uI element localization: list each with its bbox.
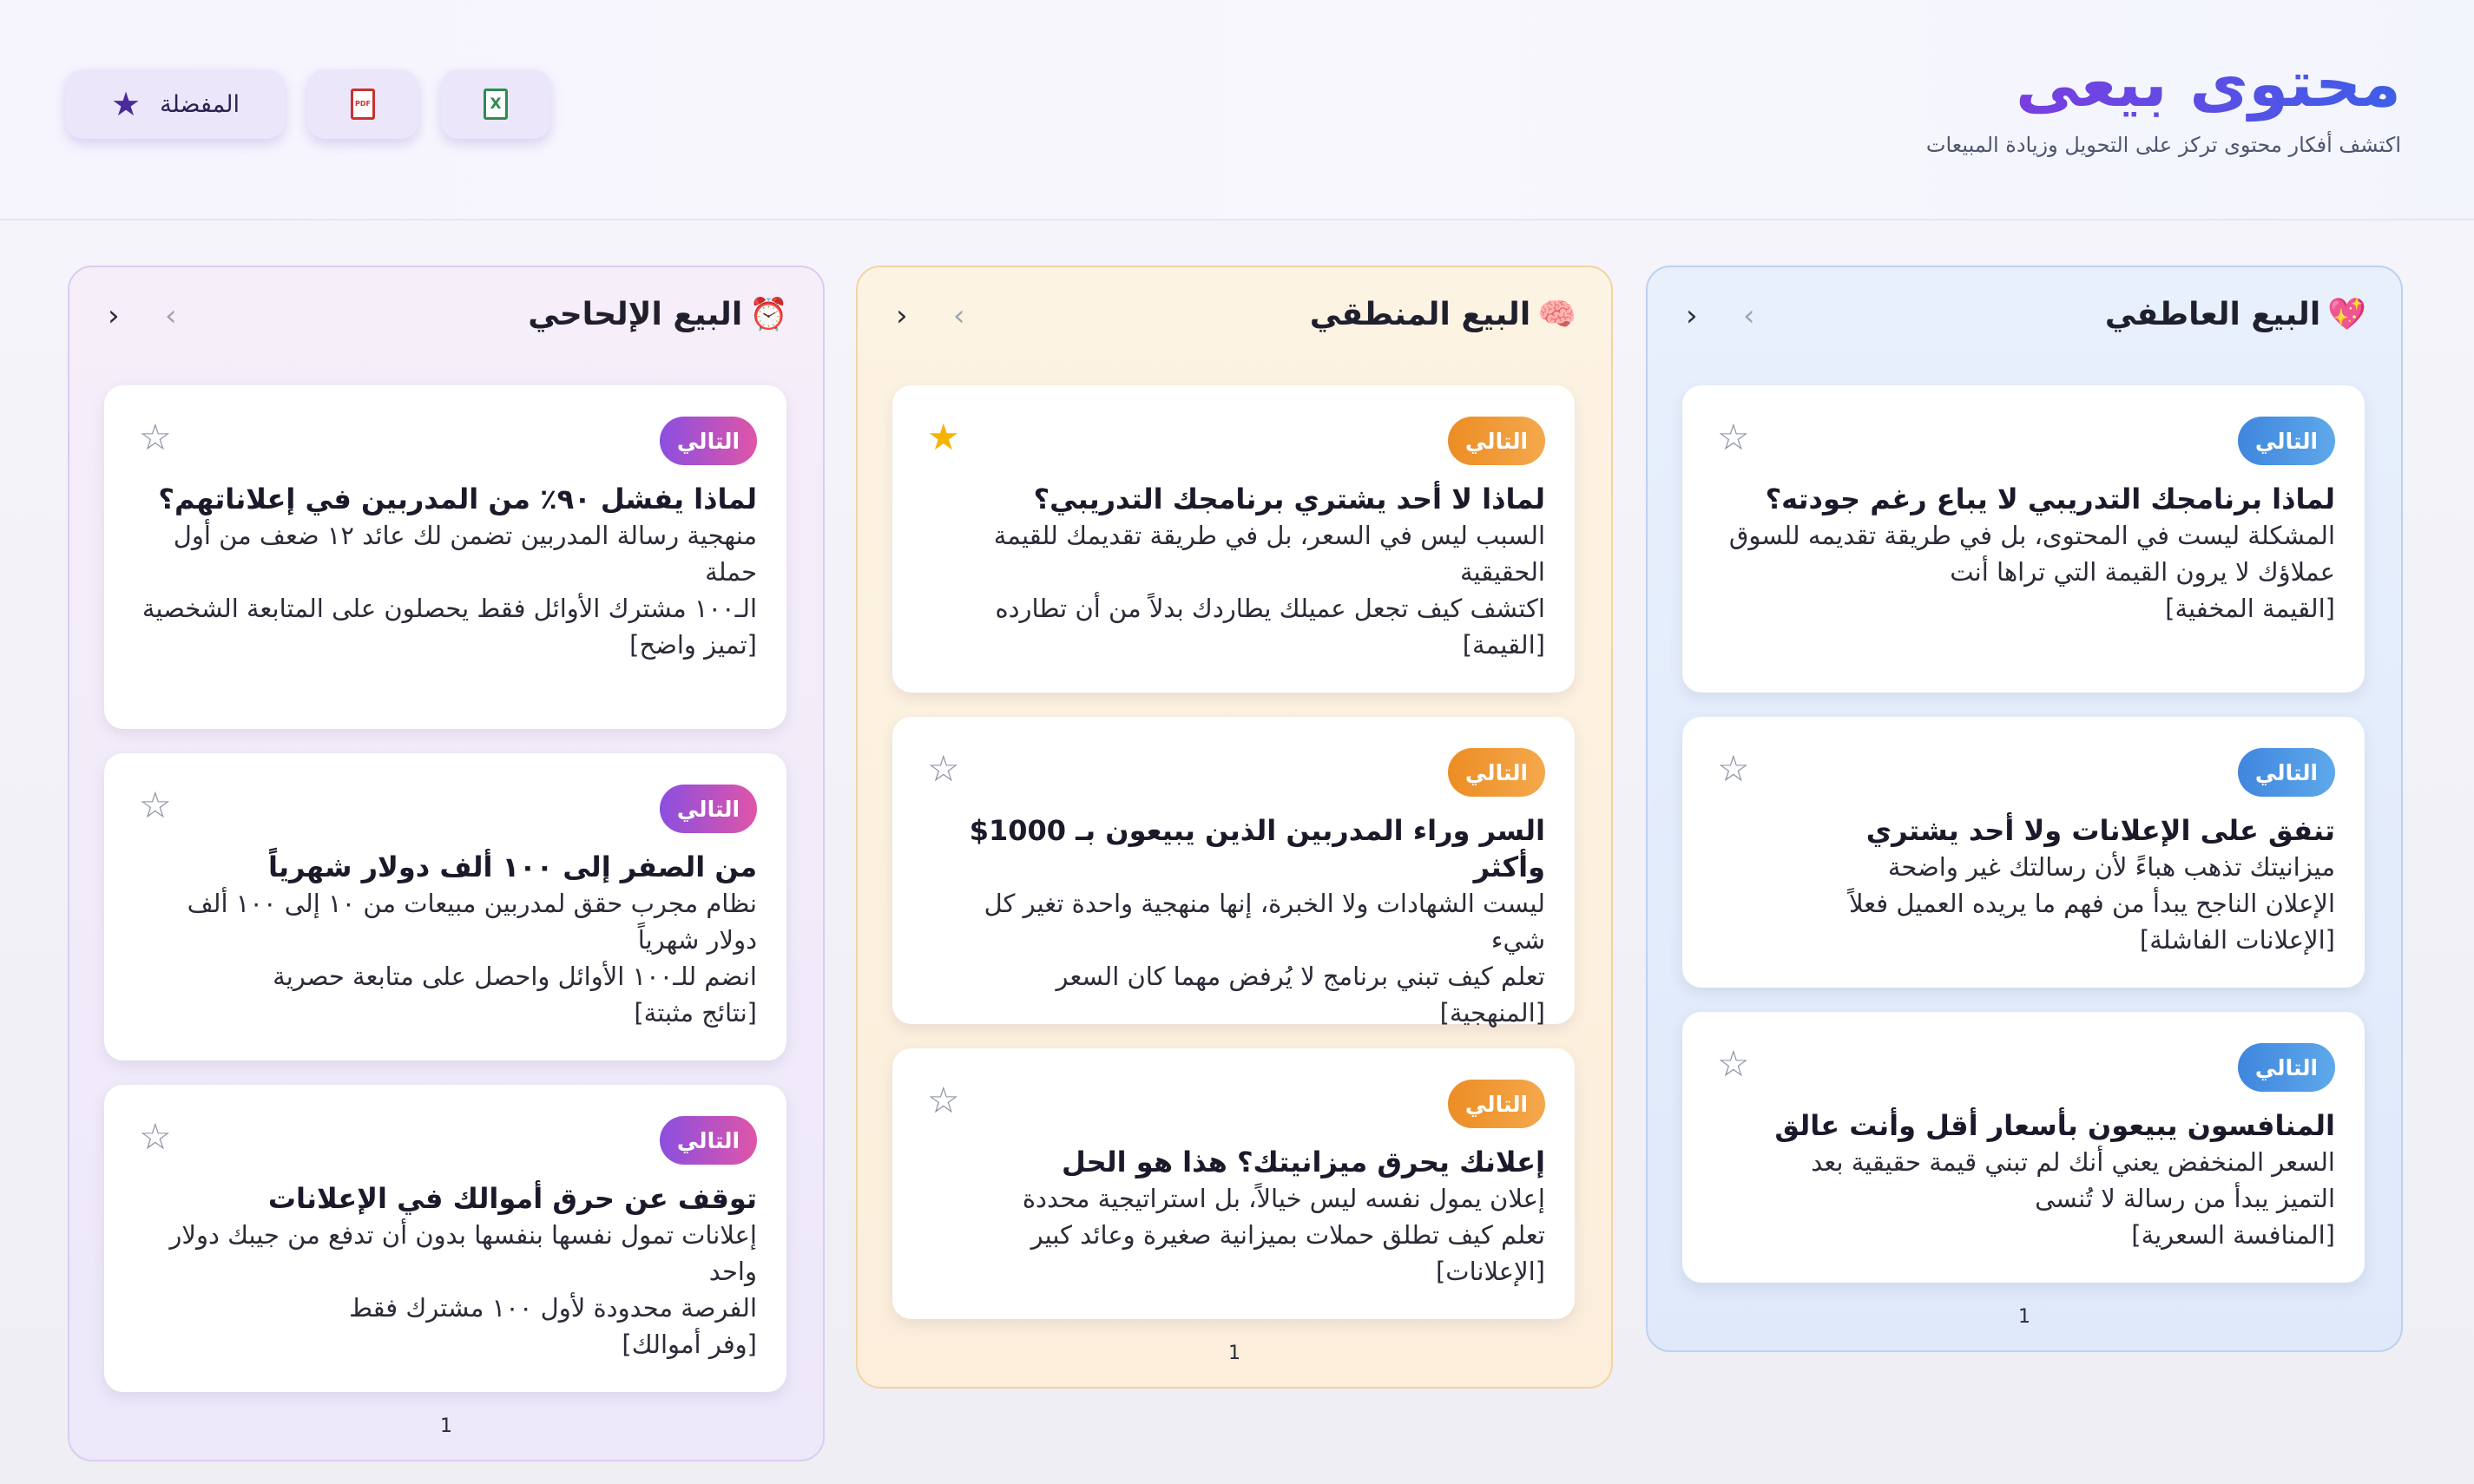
card-tag: [المنهجية] xyxy=(1439,998,1545,1028)
next-badge[interactable]: التالي xyxy=(1448,1080,1545,1128)
next-page-button[interactable]: › xyxy=(165,299,177,333)
column-logical-selling: 🧠البيع المنطقي › ‹ التالي ★ لماذا لا أحد… xyxy=(856,266,1613,1389)
next-page-button[interactable]: › xyxy=(1743,299,1755,333)
next-badge[interactable]: التالي xyxy=(1448,417,1545,465)
card-tag: [الإعلانات] xyxy=(1435,1257,1545,1286)
card-line: التميز يبدأ من رسالة لا تُنسى xyxy=(2035,1184,2335,1213)
card-tag: [نتائج مثبتة] xyxy=(634,998,757,1028)
next-badge[interactable]: التالي xyxy=(2238,1043,2335,1092)
column-emotional-selling: 💖البيع العاطفي › ‹ التالي ☆ لماذا برنامج… xyxy=(1646,266,2403,1352)
card-line: ميزانيتك تذهب هباءً لأن رسالتك غير واضحة xyxy=(1887,852,2335,882)
next-badge[interactable]: التالي xyxy=(660,417,757,465)
idea-card[interactable]: التالي ☆ من الصفر إلى ١٠٠ ألف دولار شهري… xyxy=(104,753,786,1060)
star-icon[interactable]: ☆ xyxy=(139,1118,172,1156)
next-badge[interactable]: التالي xyxy=(660,1116,757,1165)
star-filled-icon[interactable]: ★ xyxy=(927,418,960,456)
favorites-button[interactable]: ★ المفضلة xyxy=(66,69,285,139)
page-indicator: 1 xyxy=(1228,1343,1240,1364)
column-title: 💖البيع العاطفي xyxy=(2104,297,2366,332)
card-title: من الصفر إلى ١٠٠ ألف دولار شهرياً xyxy=(267,850,757,883)
card-tag: [المنافسة السعرية] xyxy=(2131,1220,2335,1250)
card-line: الفرصة محدودة لأول ١٠٠ مشترك فقط xyxy=(349,1293,757,1323)
card-line: اكتشف كيف تجعل عميلك يطاردك بدلاً من أن … xyxy=(995,594,1545,623)
card-line: المشكلة ليست في المحتوى، بل في طريقة تقد… xyxy=(1728,521,2335,550)
excel-file-icon: X xyxy=(484,89,508,120)
star-icon[interactable]: ☆ xyxy=(1717,418,1750,456)
card-line: منهجية رسالة المدربين تضمن لك عائد ١٢ ضع… xyxy=(173,521,757,587)
card-title: لماذا لا أحد يشتري برنامجك التدريبي؟ xyxy=(1033,483,1545,515)
prev-page-button[interactable]: ‹ xyxy=(108,299,120,333)
column-title: ⏰البيع الإلحاحي xyxy=(528,297,788,332)
page-subtitle: اكتشف أفكار محتوى تركز على التحويل وزياد… xyxy=(1925,133,2401,157)
star-icon[interactable]: ☆ xyxy=(1717,750,1750,788)
star-icon[interactable]: ☆ xyxy=(1717,1045,1750,1083)
card-title: لماذا يفشل ٩٠٪ من المدربين في إعلاناتهم؟ xyxy=(158,483,757,515)
next-badge[interactable]: التالي xyxy=(660,785,757,833)
card-line: إعلانات تمول نفسها بنفسها بدون أن تدفع م… xyxy=(169,1220,757,1286)
next-badge[interactable]: التالي xyxy=(1448,748,1545,797)
export-excel-button[interactable]: X xyxy=(441,69,550,139)
card-tag: [وفر أموالك] xyxy=(622,1330,757,1359)
card-line: الإعلان الناجح يبدأ من فهم ما يريده العم… xyxy=(1848,889,2335,918)
column-urgency-selling: ⏰البيع الإلحاحي › ‹ التالي ☆ لماذا يفشل … xyxy=(68,266,825,1461)
pdf-file-icon: PDF xyxy=(351,89,375,120)
card-tag: [القيمة] xyxy=(1462,630,1545,660)
card-line: الـ١٠٠ مشترك الأوائل فقط يحصلون على المت… xyxy=(141,594,757,623)
idea-card[interactable]: التالي ☆ السر وراء المدربين الذين يبيعون… xyxy=(892,717,1575,1028)
page-indicator: 1 xyxy=(2018,1306,2030,1328)
card-line: عملاؤك لا يرون القيمة التي تراها أنت xyxy=(1950,557,2335,587)
star-icon[interactable]: ☆ xyxy=(139,786,172,824)
idea-card[interactable]: التالي ☆ لماذا يفشل ٩٠٪ من المدربين في إ… xyxy=(104,385,786,729)
card-line: إعلان يمول نفسه ليس خيالاً، بل استراتيجي… xyxy=(1022,1184,1545,1213)
next-page-button[interactable]: › xyxy=(953,299,965,333)
next-badge[interactable]: التالي xyxy=(2238,417,2335,465)
brain-icon: 🧠 xyxy=(1537,297,1576,332)
favorites-button-label: المفضلة xyxy=(160,90,240,118)
alarm-clock-icon: ⏰ xyxy=(749,297,788,332)
card-line: انضم للـ١٠٠ الأوائل واحصل على متابعة حصر… xyxy=(273,962,757,991)
card-line: ليست الشهادات ولا الخبرة، إنها منهجية وا… xyxy=(984,889,1545,955)
idea-card[interactable]: التالي ☆ إعلانك يحرق ميزانيتك؟ هذا هو ال… xyxy=(892,1048,1575,1319)
star-icon[interactable]: ☆ xyxy=(927,750,960,788)
prev-page-button[interactable]: ‹ xyxy=(1686,299,1698,333)
card-line: تعلم كيف تبني برنامج لا يُرفض مهما كان ا… xyxy=(1056,962,1545,991)
card-title: السر وراء المدربين الذين يبيعون بـ 1000$… xyxy=(969,814,1545,883)
card-tag: [الإعلانات الفاشلة] xyxy=(2139,925,2335,955)
star-icon[interactable]: ☆ xyxy=(139,418,172,456)
card-line: السعر المنخفض يعني أنك لم تبني قيمة حقيق… xyxy=(1811,1147,2335,1177)
idea-card[interactable]: التالي ☆ المنافسون يبيعون بأسعار أقل وأن… xyxy=(1682,1012,2365,1283)
card-title: تنفق على الإعلانات ولا أحد يشتري xyxy=(1865,814,2335,847)
heart-icon: 💖 xyxy=(2327,297,2366,332)
card-title: المنافسون يبيعون بأسعار أقل وأنت عالق xyxy=(1774,1109,2335,1142)
card-line: نظام مجرب حقق لمدربين مبيعات من ١٠ إلى ١… xyxy=(187,889,757,955)
card-title: إعلانك يحرق ميزانيتك؟ هذا هو الحل xyxy=(1062,1146,1545,1179)
card-title: لماذا برنامجك التدريبي لا يباع رغم جودته… xyxy=(1765,483,2335,515)
card-tag: [القيمة المخفية] xyxy=(2165,594,2335,623)
page-indicator: 1 xyxy=(440,1415,452,1437)
card-line: تعلم كيف تطلق حملات بميزانية صغيرة وعائد… xyxy=(1030,1220,1545,1250)
idea-card[interactable]: التالي ☆ لماذا برنامجك التدريبي لا يباع … xyxy=(1682,385,2365,693)
card-line: السبب ليس في السعر، بل في طريقة تقديمك ل… xyxy=(993,521,1545,587)
star-icon: ★ xyxy=(111,85,141,123)
prev-page-button[interactable]: ‹ xyxy=(896,299,908,333)
idea-card[interactable]: التالي ★ لماذا لا أحد يشتري برنامجك التد… xyxy=(892,385,1575,693)
app-header: محتوى بيعى اكتشف أفكار محتوى تركز على ال… xyxy=(0,0,2474,220)
idea-card[interactable]: التالي ☆ تنفق على الإعلانات ولا أحد يشتر… xyxy=(1682,717,2365,988)
card-title: توقف عن حرق أموالك في الإعلانات xyxy=(267,1182,757,1215)
idea-card[interactable]: التالي ☆ توقف عن حرق أموالك في الإعلانات… xyxy=(104,1085,786,1392)
card-tag: [تميز واضح] xyxy=(629,630,757,660)
star-icon[interactable]: ☆ xyxy=(927,1081,960,1120)
column-title: 🧠البيع المنطقي xyxy=(1309,297,1576,332)
page-title: محتوى بيعى xyxy=(2016,47,2401,121)
next-badge[interactable]: التالي xyxy=(2238,748,2335,797)
export-pdf-button[interactable]: PDF xyxy=(307,69,418,139)
